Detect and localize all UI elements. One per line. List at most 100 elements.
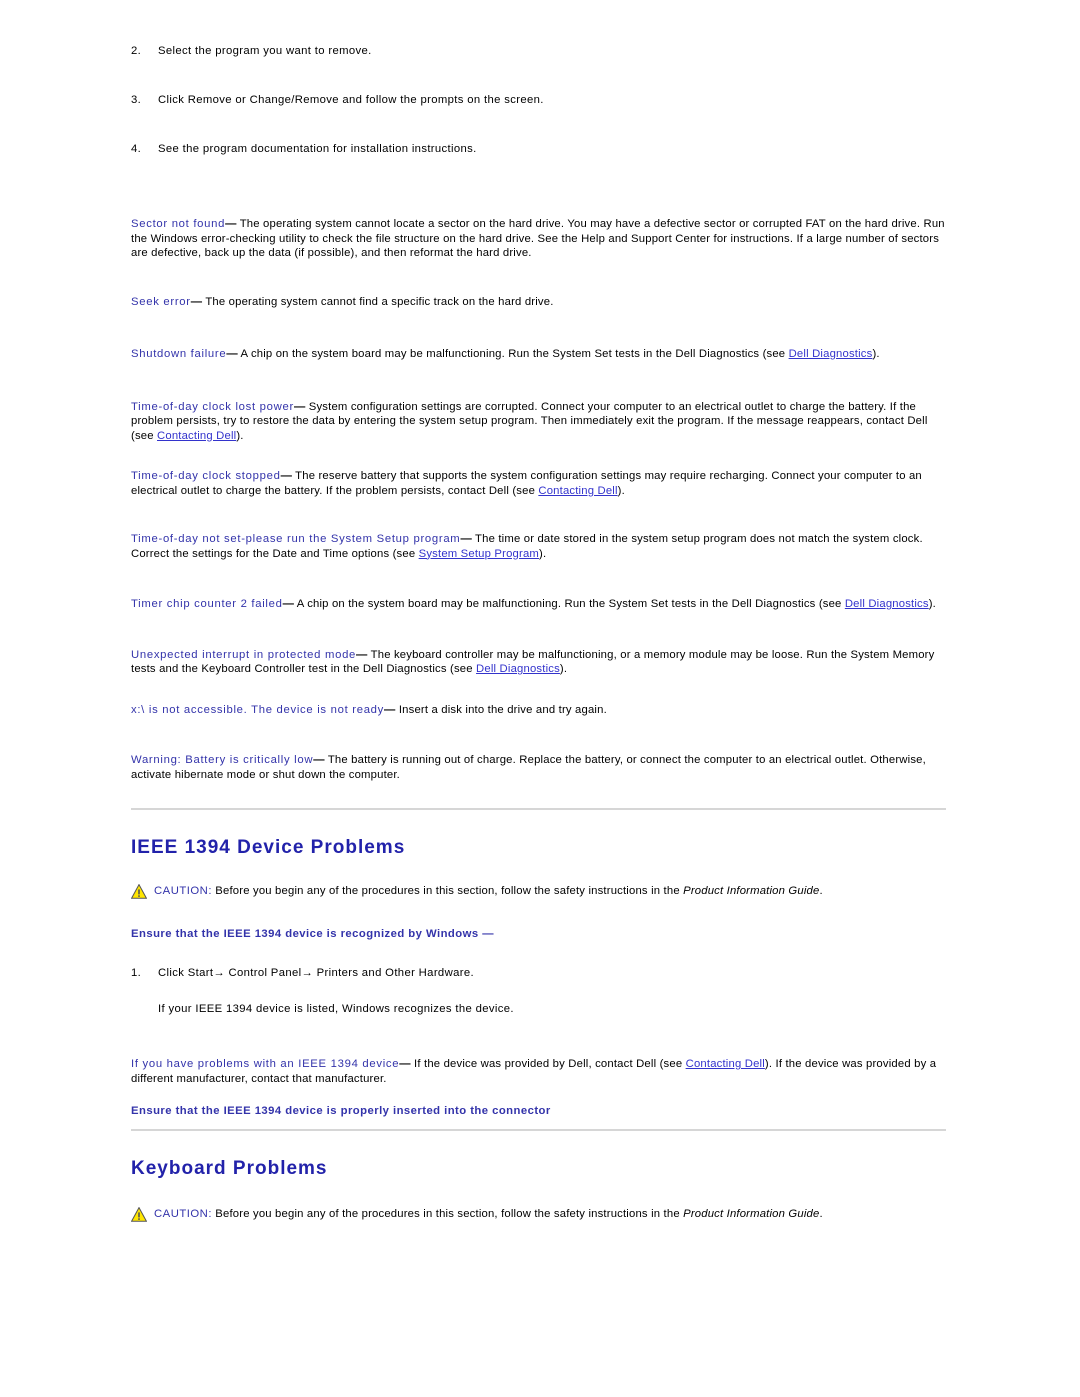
link-dell-diagnostics[interactable]: Dell Diagnostics bbox=[789, 348, 873, 360]
error-message-clock-not-set: Time-of-day not set-please run the Syste… bbox=[131, 532, 946, 561]
document-page: 2. Select the program you want to remove… bbox=[0, 0, 1080, 1397]
error-body-post: ). bbox=[617, 484, 625, 497]
error-message-sector-not-found: Sector not found— The operating system c… bbox=[131, 217, 946, 261]
caution-triangle-icon bbox=[131, 1207, 147, 1222]
caution-text-pre: Before you begin any of the procedures i… bbox=[211, 1208, 684, 1220]
list-item: 3. Click Remove or Change/Remove and fol… bbox=[131, 93, 946, 108]
caution-guide-name: Product Information Guide bbox=[683, 1208, 820, 1220]
error-term: Time-of-day clock stopped bbox=[131, 470, 281, 482]
error-body-post: ). bbox=[872, 348, 880, 360]
list-item-text: Select the program you want to remove. bbox=[158, 45, 372, 57]
em-dash: — bbox=[282, 598, 295, 610]
caution-text-post: . bbox=[819, 1208, 823, 1220]
error-body-pre: A chip on the system board may be malfun… bbox=[294, 598, 845, 610]
caution-label: CAUTION: bbox=[154, 1208, 212, 1220]
error-term: Unexpected interrupt in protected mode bbox=[131, 648, 357, 661]
caution-text: CAUTION: Before you begin any of the pro… bbox=[154, 884, 823, 899]
error-term: Sector not found bbox=[131, 218, 226, 230]
caution-text-pre: Before you begin any of the procedures i… bbox=[211, 885, 684, 897]
error-body: Insert a disk into the drive and try aga… bbox=[395, 703, 607, 716]
caution-notice-ieee: CAUTION: Before you begin any of the pro… bbox=[131, 884, 946, 899]
error-body-pre: If the device was provided by Dell, cont… bbox=[410, 1058, 686, 1070]
em-dash: — bbox=[399, 1058, 411, 1070]
error-term: Time-of-day clock lost power bbox=[131, 400, 294, 413]
link-contacting-dell[interactable]: Contacting Dell bbox=[686, 1058, 765, 1070]
link-dell-diagnostics[interactable]: Dell Diagnostics bbox=[845, 598, 929, 610]
section-title-keyboard: Keyboard Problems bbox=[131, 1158, 328, 1179]
em-dash: — bbox=[460, 533, 472, 545]
document-content: 2. Select the program you want to remove… bbox=[131, 0, 946, 1222]
list-item-text: See the program documentation for instal… bbox=[158, 143, 477, 155]
caution-text: CAUTION: Before you begin any of the pro… bbox=[154, 1207, 823, 1222]
list-item-text: Click Remove or Change/Remove and follow… bbox=[158, 94, 544, 106]
link-system-setup-program[interactable]: System Setup Program bbox=[419, 548, 539, 560]
error-body-pre: A chip on the system board may be malfun… bbox=[237, 348, 789, 360]
error-body-post: ). bbox=[539, 547, 547, 560]
list-item-number: 1. bbox=[131, 967, 142, 979]
ieee-steps-list: 1. Click Start→ Control Panel→ Printers … bbox=[131, 966, 946, 981]
error-body-post: ). bbox=[236, 429, 244, 442]
list-item: 2. Select the program you want to remove… bbox=[131, 44, 946, 59]
em-dash: — bbox=[313, 754, 325, 766]
error-message-unexpected-interrupt: Unexpected interrupt in protected mode— … bbox=[131, 648, 946, 677]
list-item-text: Click Start→ Control Panel→ Printers and… bbox=[158, 967, 474, 979]
error-term: If you have problems with an IEEE 1394 d… bbox=[131, 1058, 400, 1070]
lead-heading-recognized-by-windows: Ensure that the IEEE 1394 device is reco… bbox=[131, 928, 494, 940]
list-item-number: 2. bbox=[131, 45, 142, 57]
link-contacting-dell[interactable]: Contacting Dell bbox=[157, 430, 236, 442]
error-message-ieee-device-problems: If you have problems with an IEEE 1394 d… bbox=[131, 1057, 946, 1086]
error-term: x:\ is not accessible. The device is not… bbox=[131, 703, 385, 716]
procedure-steps-list: 2. Select the program you want to remove… bbox=[131, 44, 946, 157]
error-message-clock-stopped: Time-of-day clock stopped— The reserve b… bbox=[131, 469, 946, 498]
ieee-step-note: If your IEEE 1394 device is listed, Wind… bbox=[158, 1003, 514, 1015]
list-item: 1. Click Start→ Control Panel→ Printers … bbox=[131, 966, 946, 981]
em-dash: — bbox=[293, 400, 306, 413]
caution-triangle-icon bbox=[131, 884, 147, 899]
caution-label: CAUTION: bbox=[154, 885, 212, 897]
error-message-timer-chip-counter: Timer chip counter 2 failed— A chip on t… bbox=[131, 597, 946, 612]
lead-heading-properly-inserted: Ensure that the IEEE 1394 device is prop… bbox=[131, 1105, 551, 1117]
error-body-post: ). bbox=[928, 598, 936, 610]
em-dash: — bbox=[384, 703, 396, 716]
error-term: Warning: Battery is critically low bbox=[131, 754, 314, 766]
error-term: Time-of-day not set-please run the Syste… bbox=[131, 533, 461, 545]
error-body: The operating system cannot find a speci… bbox=[202, 295, 554, 308]
error-body: The operating system cannot locate a sec… bbox=[131, 218, 945, 259]
em-dash: — bbox=[226, 348, 238, 360]
caution-text-post: . bbox=[819, 885, 823, 897]
list-item-number: 4. bbox=[131, 143, 142, 155]
error-message-drive-not-accessible: x:\ is not accessible. The device is not… bbox=[131, 703, 946, 718]
list-item: 4. See the program documentation for ins… bbox=[131, 142, 946, 157]
em-dash: — bbox=[190, 295, 203, 308]
caution-guide-name: Product Information Guide bbox=[683, 885, 820, 897]
error-message-seek-error: Seek error— The operating system cannot … bbox=[131, 295, 946, 310]
error-message-battery-critically-low: Warning: Battery is critically low— The … bbox=[131, 753, 946, 782]
link-contacting-dell[interactable]: Contacting Dell bbox=[538, 485, 617, 497]
error-message-clock-lost-power: Time-of-day clock lost power— System con… bbox=[131, 400, 946, 444]
error-body-post: ). bbox=[559, 663, 568, 675]
section-title-ieee-1394: IEEE 1394 Device Problems bbox=[131, 837, 406, 858]
error-term: Timer chip counter 2 failed bbox=[131, 598, 283, 610]
list-item-number: 3. bbox=[131, 94, 142, 106]
link-dell-diagnostics[interactable]: Dell Diagnostics bbox=[476, 663, 560, 675]
error-term: Seek error bbox=[131, 295, 191, 308]
